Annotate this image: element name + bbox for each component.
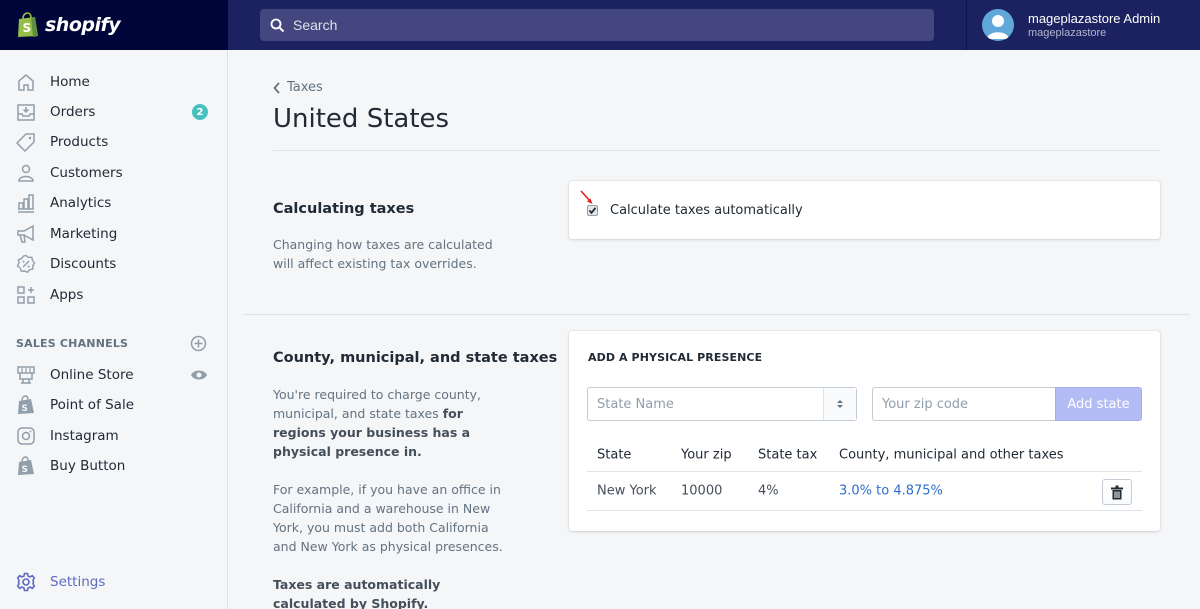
delete-state-button[interactable]: [1102, 479, 1132, 505]
sidebar-item-label: Marketing: [50, 226, 118, 242]
person-icon: [18, 164, 34, 182]
divider: [273, 150, 1160, 151]
sidebar-item-settings[interactable]: Settings: [0, 567, 227, 597]
sidebar-item-home[interactable]: Home: [0, 67, 227, 97]
top-bar: S shopify Search mageplazastore Admin ma…: [0, 0, 1200, 50]
brand-name: shopify: [45, 14, 121, 36]
shopify-bag-icon: S: [18, 456, 34, 475]
sidebar-item-label: Products: [50, 134, 109, 150]
physical-presence-card: ADD A PHYSICAL PRESENCE State Name Your …: [569, 331, 1160, 531]
orders-count-badge: 2: [192, 104, 208, 120]
user-name: mageplazastore Admin: [1028, 10, 1161, 26]
sidebar-item-products[interactable]: Products: [0, 127, 227, 157]
avatar: [982, 9, 1014, 41]
shopify-logo[interactable]: S shopify: [0, 0, 228, 50]
sidebar-item-label: Point of Sale: [50, 397, 135, 413]
calculating-taxes-description: Changing how taxes are calculated will a…: [273, 237, 493, 271]
chevron-left-icon: [273, 81, 280, 94]
sidebar-item-label: Discounts: [50, 256, 117, 272]
column-header: Your zip: [681, 447, 732, 463]
card-title: ADD A PHYSICAL PRESENCE: [588, 351, 763, 364]
sales-channels-heading: SALES CHANNELS: [16, 337, 129, 350]
sidebar-item-label: Orders: [50, 104, 96, 120]
sidebar-item-label: Settings: [50, 574, 106, 590]
sidebar-item-instagram[interactable]: Instagram: [0, 421, 227, 451]
tag-icon: [16, 133, 35, 152]
sidebar: Home Orders 2 Products Customers Analyti…: [0, 50, 228, 609]
county-taxes-description: You're required to charge county, munici…: [273, 385, 513, 461]
gear-icon: [16, 572, 36, 592]
calculate-taxes-checkbox[interactable]: Calculate taxes automatically: [587, 203, 803, 218]
sidebar-item-label: Home: [50, 74, 90, 90]
search-placeholder: Search: [293, 17, 338, 33]
select-arrows-icon: [823, 388, 856, 420]
discount-icon: [16, 254, 36, 274]
store-icon: [17, 366, 35, 384]
trash-icon: [1111, 485, 1123, 499]
sidebar-item-label: Customers: [50, 165, 123, 181]
eye-icon[interactable]: [190, 368, 208, 382]
sidebar-item-label: Analytics: [50, 195, 112, 211]
store-name: mageplazastore: [1028, 26, 1107, 39]
sidebar-item-online-store[interactable]: Online Store: [0, 360, 227, 390]
county-taxes-example: For example, if you have an office in Ca…: [273, 482, 503, 554]
calculating-taxes-heading: Calculating taxes: [273, 201, 415, 217]
divider: [243, 314, 1190, 315]
county-taxes-heading: County, municipal, and state taxes: [273, 350, 558, 366]
other-taxes-link[interactable]: 3.0% to 4.875%: [839, 484, 943, 499]
home-icon: [18, 74, 34, 91]
description-emphasis: Taxes are automatically calculated by Sh…: [273, 577, 441, 609]
orders-icon: [17, 104, 35, 121]
megaphone-icon: [17, 224, 34, 243]
county-taxes-note: Taxes are automatically calculated by Sh…: [273, 575, 513, 609]
table-row: New York 10000 4% 3.0% to 4.875%: [587, 472, 1142, 511]
breadcrumb-back-link[interactable]: Taxes: [273, 80, 323, 95]
calculate-taxes-card: Calculate taxes automatically: [569, 181, 1160, 239]
shopify-bag-icon: S: [18, 12, 38, 37]
state-tax-cell: 4%: [758, 483, 779, 499]
sidebar-item-label: Buy Button: [50, 458, 126, 474]
sidebar-item-analytics[interactable]: Analytics: [0, 188, 227, 218]
user-menu[interactable]: mageplazastore Admin mageplazastore: [966, 0, 1200, 50]
sidebar-item-orders[interactable]: Orders 2: [0, 97, 227, 127]
breadcrumb-label: Taxes: [287, 80, 323, 95]
sidebar-item-marketing[interactable]: Marketing: [0, 219, 227, 249]
checkbox[interactable]: [587, 205, 598, 216]
sidebar-item-label: Apps: [50, 287, 84, 303]
column-header: State tax: [758, 447, 818, 463]
state-name-select[interactable]: State Name: [587, 387, 857, 421]
page-title: United States: [273, 104, 450, 134]
column-header: State: [597, 447, 632, 463]
shopify-bag-icon: S: [18, 395, 34, 414]
add-state-button[interactable]: Add state: [1055, 387, 1142, 421]
zip-code-input[interactable]: Your zip code: [872, 387, 1056, 421]
svg-text:S: S: [23, 21, 32, 35]
sidebar-item-customers[interactable]: Customers: [0, 158, 227, 188]
sidebar-item-label: Instagram: [50, 428, 119, 444]
state-select-placeholder: State Name: [597, 396, 674, 412]
zip-cell: 10000: [681, 483, 723, 499]
svg-text:S: S: [22, 465, 28, 475]
main-content: Taxes United States Calculating taxes Ch…: [228, 50, 1200, 609]
sidebar-item-label: Online Store: [50, 367, 134, 383]
column-header: County, municipal and other taxes: [839, 447, 1064, 463]
checkbox-label: Calculate taxes automatically: [610, 203, 803, 218]
sidebar-item-point-of-sale[interactable]: S Point of Sale: [0, 390, 227, 420]
apps-icon: [17, 286, 35, 304]
add-sales-channel-icon[interactable]: [190, 335, 207, 352]
search-input[interactable]: Search: [260, 9, 934, 41]
search-icon: [270, 18, 285, 32]
sidebar-item-apps[interactable]: Apps: [0, 280, 227, 310]
svg-text:S: S: [22, 404, 28, 414]
table-header: State Your zip State tax County, municip…: [587, 439, 1142, 472]
state-cell: New York: [597, 483, 657, 499]
checkmark-icon: [588, 207, 597, 215]
bar-chart-icon: [18, 194, 34, 213]
sidebar-item-buy-button[interactable]: S Buy Button: [0, 451, 227, 481]
instagram-icon: [17, 427, 35, 445]
user-icon: [987, 15, 1009, 39]
sidebar-item-discounts[interactable]: Discounts: [0, 249, 227, 279]
